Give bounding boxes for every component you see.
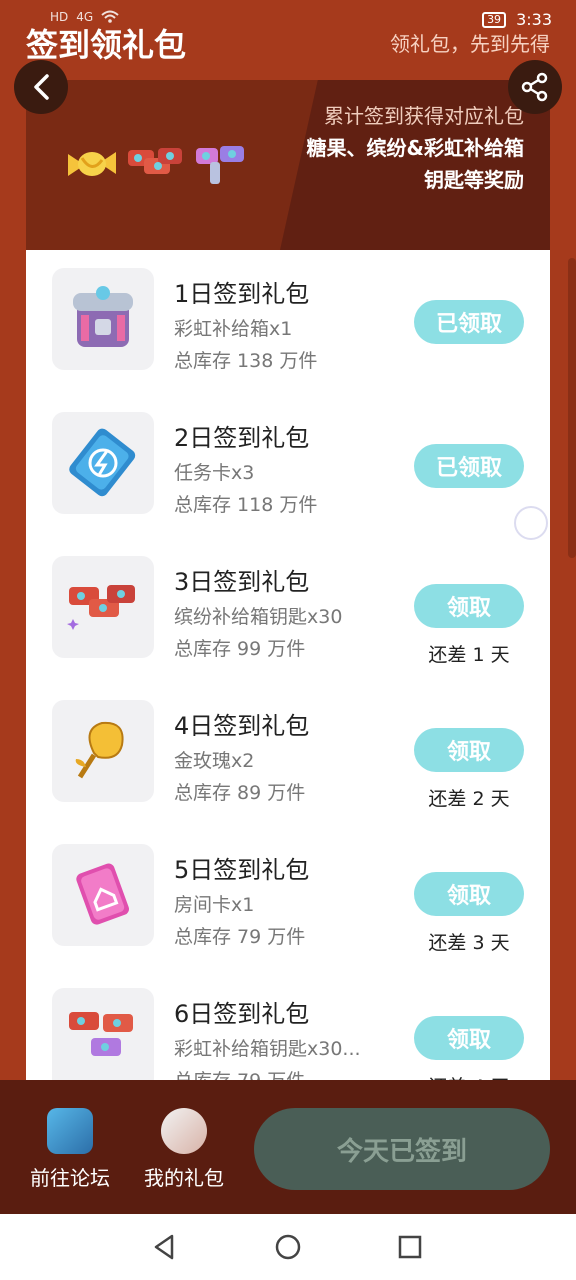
key-bundle-icon [124,140,186,192]
forum-button[interactable]: 前往论坛 [20,1108,120,1191]
nav-back-icon[interactable] [150,1232,180,1262]
chevron-left-icon [34,74,49,100]
gift-stock: 总库存 138 万件 [174,350,318,372]
bottom-bar: 前往论坛 我的礼包 今天已签到 [0,1080,576,1214]
banner-description: 累计签到获得对应礼包 糖果、缤纷&彩虹补给箱钥匙等奖励 [304,100,524,196]
gift-stock: 总库存 118 万件 [174,494,318,516]
share-button[interactable] [508,60,562,114]
floating-assist-button[interactable] [514,506,548,540]
gift-stock: 总库存 89 万件 [174,782,306,804]
days-remaining: 还差 2 天 [428,788,510,810]
gift-row-day1: 1日签到礼包 彩虹补给箱x1 总库存 138 万件 已领取 [26,250,550,394]
status-right: 39 3:33 [482,10,552,29]
rainbow-key-icon [69,1012,133,1056]
days-remaining: 还差 3 天 [428,932,510,954]
gift-thumb [52,268,154,370]
gift-stock: 总库存 99 万件 [174,638,306,660]
gift-item: 彩虹补给箱钥匙x30... [174,1038,361,1060]
days-remaining: 还差 4 天 [410,1072,528,1080]
gift-thumb [52,700,154,802]
gift-name: 6日签到礼包 [174,1000,310,1028]
gift-row-day5: 5日签到礼包 房间卡x1 总库存 79 万件 领取 还差 3 天 [26,826,550,970]
claimed-button[interactable]: 已领取 [414,300,524,344]
nav-home-icon[interactable] [273,1232,303,1262]
nav-recent-icon[interactable] [395,1232,425,1262]
header-tagline: 领礼包，先到先得 [390,32,550,56]
gift-name: 2日签到礼包 [174,424,310,452]
forum-label: 前往论坛 [30,1166,110,1190]
banner: 累计签到获得对应礼包 糖果、缤纷&彩虹补给箱钥匙等奖励 [26,80,550,250]
gift-item: 彩虹补给箱x1 [174,318,293,340]
scrollbar[interactable] [568,258,576,558]
room-card-icon [76,863,129,925]
gift-thumb [52,988,154,1080]
banner-desc-line2: 糖果、缤纷&彩虹补给箱钥匙等奖励 [306,136,524,192]
gift-name: 4日签到礼包 [174,712,310,740]
rainbow-box-icon [73,286,133,347]
signed-today-button[interactable]: 今天已签到 [254,1108,550,1190]
my-gifts-label: 我的礼包 [144,1166,224,1190]
battery-icon: 39 [482,11,507,28]
gift-stock: 总库存 79 万件 [174,1066,305,1080]
gift-item: 任务卡x3 [174,462,255,484]
rainbow-key-bundle-icon [192,140,250,192]
task-card-icon [69,428,136,497]
days-remaining: 还差 1 天 [428,644,510,666]
gift-thumb [52,556,154,658]
avatar [161,1108,207,1154]
page-title: 签到领礼包 [26,26,187,64]
clock: 3:33 [516,10,552,29]
banner-icons [66,140,250,192]
gift-name: 3日签到礼包 [174,568,310,596]
gift-item: 缤纷补给箱钥匙x30 [174,606,343,628]
my-gifts-button[interactable]: 我的礼包 [134,1108,234,1191]
share-icon [521,72,548,102]
claim-button[interactable]: 领取 [414,872,524,916]
gift-row-day2: 2日签到礼包 任务卡x3 总库存 118 万件 已领取 [26,394,550,538]
banner-desc-line1: 累计签到获得对应礼包 [324,104,524,128]
golden-rose-icon [75,721,124,779]
gift-stock: 总库存 79 万件 [174,926,306,948]
gift-thumb [52,844,154,946]
gift-thumb [52,412,154,514]
gift-name: 1日签到礼包 [174,280,310,308]
colorful-key-icon [67,585,135,630]
gift-row-day4: 4日签到礼包 金玫瑰x2 总库存 89 万件 领取 还差 2 天 [26,682,550,826]
back-button[interactable] [14,60,68,114]
forum-icon [47,1108,93,1154]
claimed-button[interactable]: 已领取 [414,444,524,488]
gift-row-day6: 6日签到礼包 彩虹补给箱钥匙x30... 总库存 79 万件 领取 还差 4 天 [26,970,550,1080]
gift-row-day3: 3日签到礼包 缤纷补给箱钥匙x30 总库存 99 万件 领取 还差 1 天 [26,538,550,682]
gift-item: 房间卡x1 [174,894,255,916]
gift-name: 5日签到礼包 [174,856,310,884]
system-nav-bar [0,1214,576,1280]
candy-icon [66,144,118,188]
claim-button[interactable]: 领取 [414,728,524,772]
claim-button[interactable]: 领取 [414,584,524,628]
gift-item: 金玫瑰x2 [174,750,255,772]
claim-button[interactable]: 领取 [414,1016,524,1060]
gift-list[interactable]: 1日签到礼包 彩虹补给箱x1 总库存 138 万件 已领取 2日签到礼包 任务卡… [26,250,550,1080]
